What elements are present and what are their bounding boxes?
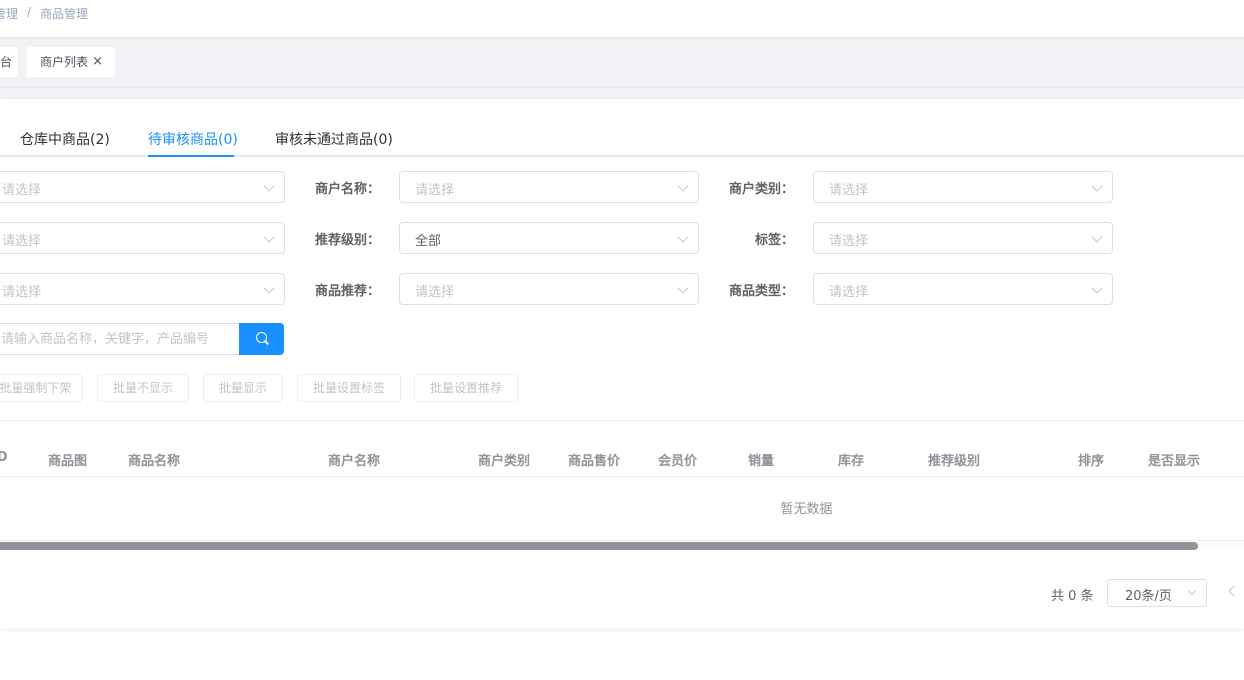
merchant-category-select[interactable]: 请选择 [813,171,1113,203]
tag-merchant-list-label: 商户列表 [40,55,89,69]
column-header-sort: 排序 [1078,454,1105,469]
column-header-product-name: 商品名称 [128,454,181,469]
chevron-down-icon [1091,282,1103,294]
product-recommend-select[interactable]: 请选择 [399,273,699,305]
filter-select-3a[interactable]: 请选择 [0,273,285,305]
chevron-down-icon [677,180,689,192]
batch-set-recommend-button[interactable]: 批量设置推荐 [414,374,518,402]
tag-merchant-list[interactable]: 商户列表 × [27,47,115,77]
column-header-visible: 是否显示 [1148,454,1201,469]
tags-bar: 台 商户列表 × [0,38,1244,88]
table-header: ID 商品图 商品名称 商户名称 商户类别 商品售价 会员价 销量 库存 推荐级… [0,435,1244,477]
select-value: 请选择 [2,183,42,198]
merchant-name-select[interactable]: 请选择 [399,171,699,203]
select-value: 请选择 [2,234,42,249]
product-type-select[interactable]: 请选择 [813,273,1113,305]
tag-label: 标签： [754,233,794,248]
select-value: 请选择 [829,234,869,249]
batch-set-tag-button[interactable]: 批量设置标签 [297,374,401,402]
breadcrumb-separator: / [27,5,32,19]
batch-hide-button[interactable]: 批量不显示 [97,374,189,402]
chevron-down-icon [1187,586,1197,596]
tab-warehouse-products[interactable]: 仓库中商品(2) [20,129,110,149]
chevron-down-icon [263,180,275,192]
column-header-price: 商品售价 [568,454,621,469]
breadcrumb-item-parent[interactable]: 管理 [0,5,18,22]
merchant-category-label: 商户类别： [728,182,794,197]
tag-dashboard-label: 台 [0,55,12,69]
divider [0,420,1244,421]
column-header-member-price: 会员价 [658,454,698,469]
search-input[interactable] [1,324,231,354]
column-header-image: 商品图 [48,454,88,469]
search-icon-handle [265,340,269,345]
column-header-id: ID [0,450,8,465]
chevron-down-icon [1091,180,1103,192]
product-card: 仓库中商品(2) 待审核商品(0) 审核未通过商品(0) 请选择 商户名称： 请… [0,98,1244,628]
pagination-total: 共 0 条 [1051,589,1094,604]
column-header-sales: 销量 [748,454,775,469]
pagination: 共 0 条 20条/页 [0,579,1244,607]
product-tabs: 仓库中商品(2) 待审核商品(0) 审核未通过商品(0) [0,99,1244,157]
column-header-recommend-level: 推荐级别 [928,454,981,469]
batch-show-button[interactable]: 批量显示 [203,374,283,402]
table-empty-text: 暂无数据 [780,502,833,517]
scrollbar-thumb[interactable] [0,542,1198,550]
breadcrumb-item-current: 商品管理 [40,7,89,21]
column-header-merchant-category: 商户类别 [478,454,531,469]
merchant-name-label: 商户名称： [314,182,380,197]
page-size-select[interactable]: 20条/页 [1107,579,1207,607]
search-button[interactable] [239,323,284,355]
product-type-label: 商品类型： [728,284,794,299]
chevron-down-icon [263,231,275,243]
select-value: 请选择 [829,183,869,198]
close-icon[interactable]: × [92,47,103,77]
select-value: 请选择 [2,285,42,300]
chevron-down-icon [677,231,689,243]
chevron-down-icon [677,282,689,294]
tag-dashboard[interactable]: 台 [0,47,18,77]
tab-pending-review[interactable]: 待审核商品(0) [148,129,238,149]
batch-force-delist-button[interactable]: 批量强制下架 [0,374,83,402]
horizontal-scrollbar[interactable] [0,540,1244,550]
chevron-left-icon[interactable] [1228,585,1240,597]
tag-select[interactable]: 请选择 [813,222,1113,254]
content-gap [0,88,1244,98]
tab-review-rejected[interactable]: 审核未通过商品(0) [275,129,393,149]
active-tab-indicator [148,155,234,157]
recommend-level-label: 推荐级别： [314,233,380,248]
recommend-level-select[interactable]: 全部 [399,222,699,254]
page-size-value: 20条/页 [1125,589,1172,604]
select-value: 请选择 [829,285,869,300]
column-header-merchant-name: 商户名称 [328,454,381,469]
filter-select-2a[interactable]: 请选择 [0,222,285,254]
select-value: 请选择 [415,183,455,198]
chevron-down-icon [263,282,275,294]
select-value: 全部 [415,234,442,249]
product-search-field [0,323,240,355]
column-header-stock: 库存 [838,454,865,469]
select-value: 请选择 [415,285,455,300]
filter-select-1a[interactable]: 请选择 [0,171,285,203]
product-recommend-label: 商品推荐： [314,284,380,299]
chevron-down-icon [1091,231,1103,243]
breadcrumb: 管理 / 商品管理 [0,0,1244,38]
